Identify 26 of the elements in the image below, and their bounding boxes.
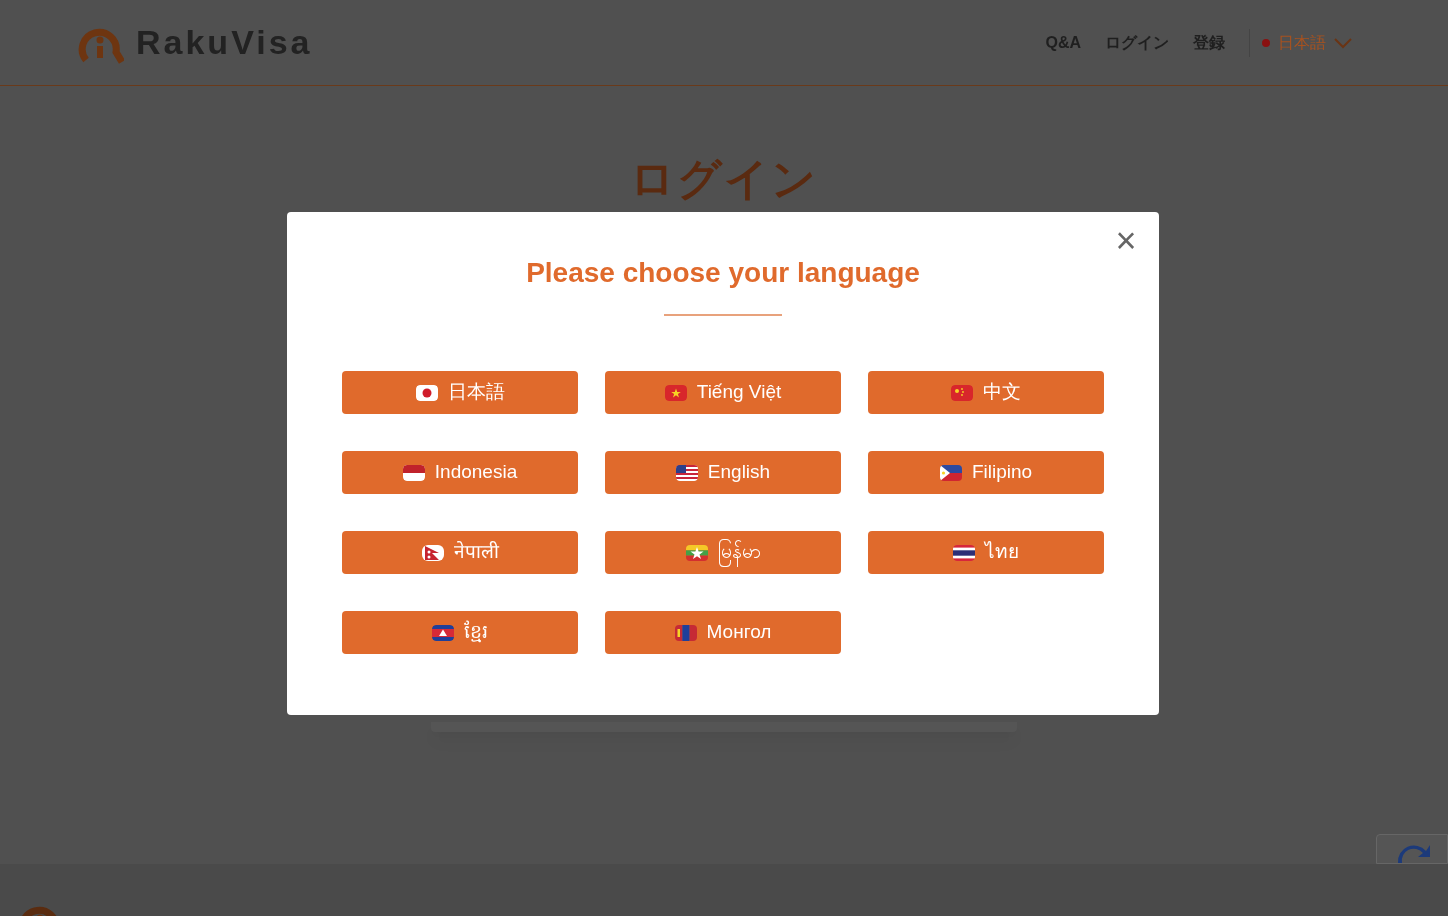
language-button[interactable]: नेपाली — [342, 531, 578, 574]
language-button[interactable]: ไทย — [868, 531, 1104, 574]
flag-icon — [953, 544, 975, 561]
page-title: ログイン — [630, 153, 818, 205]
language-button[interactable]: Filipino — [868, 451, 1104, 494]
flag-icon — [685, 544, 708, 561]
dialog-title: Please choose your language — [526, 256, 920, 290]
flag-icon — [664, 384, 687, 401]
flag-icon — [415, 384, 438, 401]
flag-icon — [951, 384, 973, 401]
flag-icon — [939, 464, 962, 481]
language-button[interactable]: ខ្មែរ — [342, 611, 578, 654]
flag-icon — [432, 624, 454, 641]
language-button[interactable]: Indonesia — [342, 451, 578, 494]
language-button[interactable]: 中文 — [868, 371, 1104, 414]
close-button[interactable]: × — [1111, 226, 1141, 256]
language-button[interactable]: Tiếng Việt — [605, 371, 841, 414]
language-button[interactable]: Монгол — [605, 611, 841, 654]
flag-icon — [402, 464, 425, 481]
flag-icon — [674, 624, 697, 641]
language-button[interactable]: မြန်မာ — [605, 531, 841, 574]
language-button[interactable]: 日本語 — [342, 371, 578, 414]
language-button[interactable]: English — [605, 451, 841, 494]
flag-icon — [421, 544, 444, 561]
chevron-down-icon — [1334, 36, 1352, 49]
flag-icon — [675, 464, 698, 481]
